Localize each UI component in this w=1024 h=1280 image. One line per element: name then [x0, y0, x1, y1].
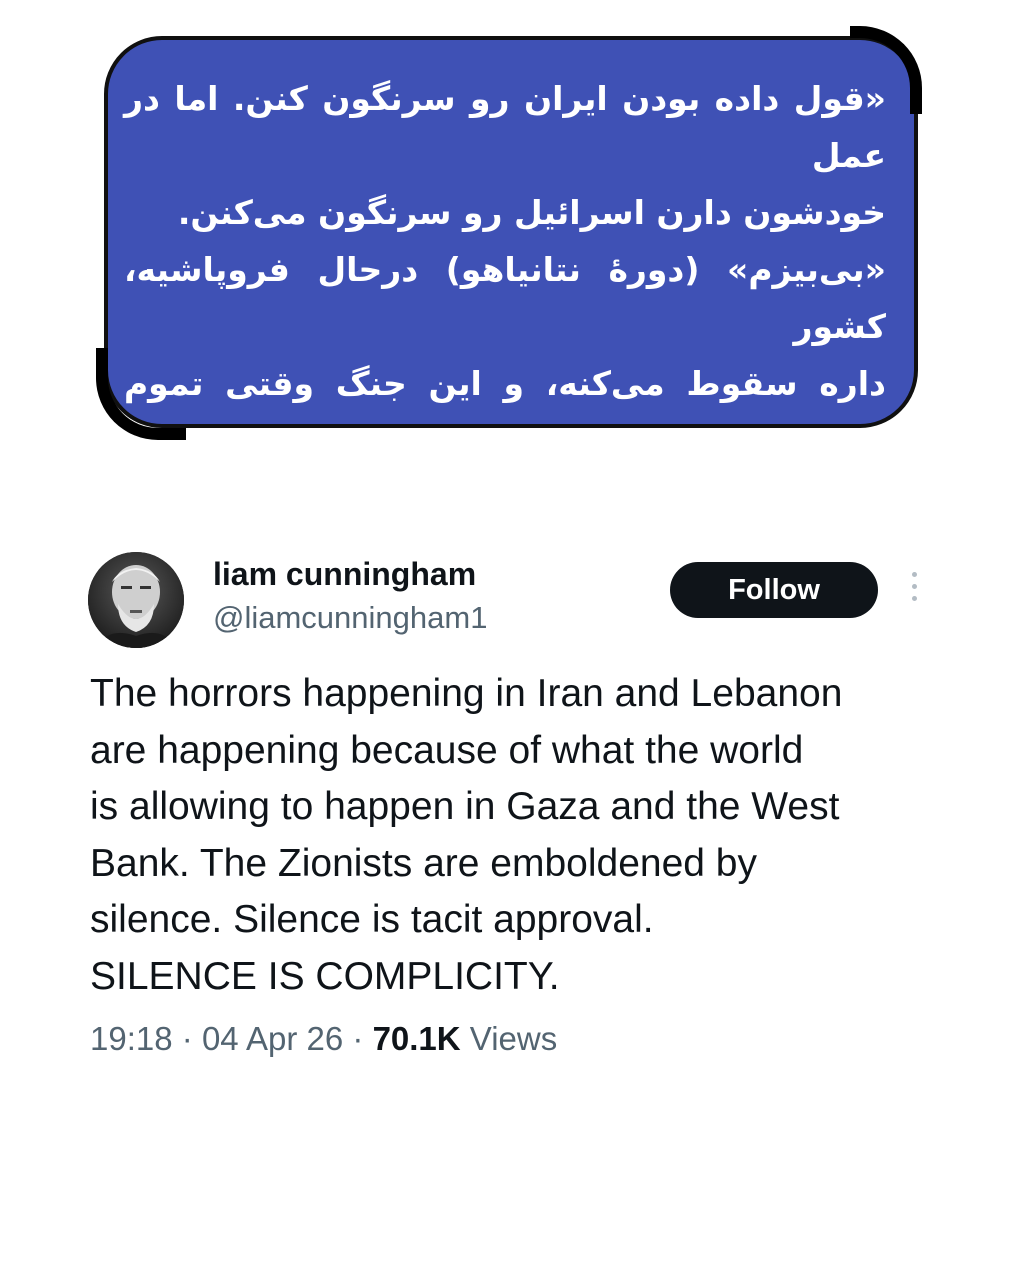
user-avatar-icon — [88, 552, 184, 648]
quote-line: که حکومت اینجا (اسرائیل) سقوط کنه. این ی… — [150, 478, 886, 517]
follow-button[interactable]: Follow — [670, 562, 878, 618]
tweet-line: is allowing to happen in Gaza and the We… — [90, 785, 840, 828]
meta-separator: · — [352, 1020, 364, 1057]
views-label: Views — [469, 1020, 558, 1057]
tweet-line: silence. Silence is tacit approval. — [90, 898, 654, 941]
avatar[interactable] — [88, 552, 184, 648]
tweet-date[interactable]: 04 Apr 26 — [202, 1020, 343, 1057]
display-name[interactable]: liam cunningham — [213, 556, 476, 593]
quote-line: «قول داده بودن ایران رو سرنگون کنن. اما … — [124, 79, 886, 175]
views-count: 70.1K — [372, 1020, 461, 1057]
tweet-line: SILENCE IS COMPLICITY. — [90, 954, 560, 998]
quote-line: خودشون دارن اسرائیل رو سرنگون می‌کنن. — [177, 193, 886, 232]
meta-separator: · — [181, 1020, 193, 1057]
quote-text: «قول داده بودن ایران رو سرنگون کنن. اما … — [124, 70, 886, 583]
tweet-line: are happening because of what the world — [90, 728, 804, 772]
quote-line: «بی‌بیزم» (دورهٔ نتانیاهو) درحال فروپاشی… — [124, 250, 886, 346]
tweet-time[interactable]: 19:18 — [90, 1020, 173, 1057]
more-vertical-icon[interactable] — [906, 572, 922, 608]
tweet-line: The horrors happening in Iran and Lebano… — [90, 672, 843, 715]
quote-line: داره سقوط می‌کنه، و این جنگ وقتی تموم می… — [124, 364, 886, 460]
user-handle[interactable]: @liamcunningham1 — [213, 600, 487, 636]
tweet-text: The horrors happening in Iran and Lebano… — [90, 666, 950, 1005]
tweet-line: Bank. The Zionists are emboldened by — [90, 841, 757, 885]
tweet-meta: 19:18 · 04 Apr 26 · 70.1K Views — [90, 1020, 557, 1058]
